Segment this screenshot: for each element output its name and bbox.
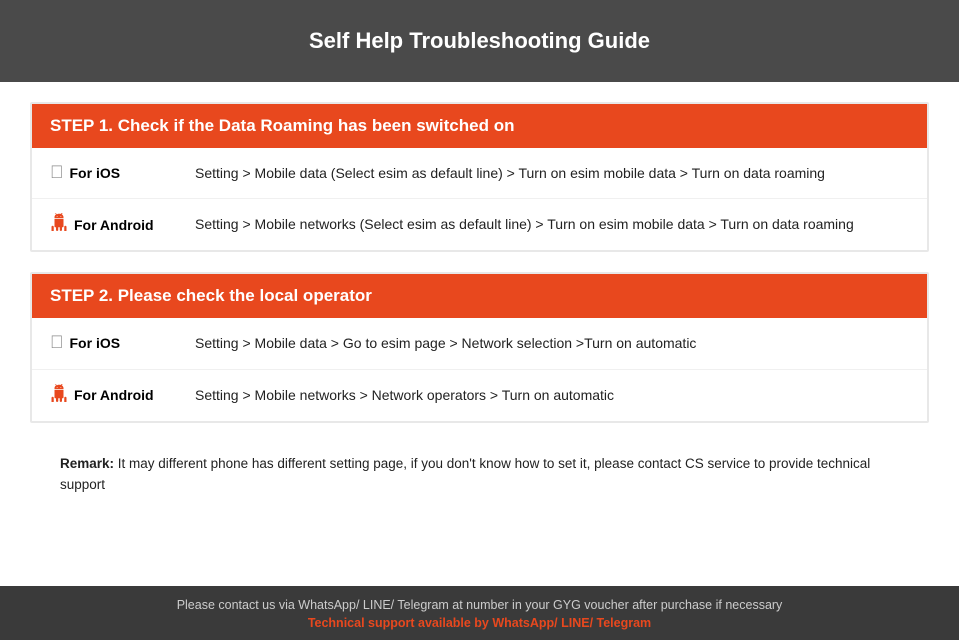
android-icon-2 <box>50 384 68 407</box>
remark-text: It may different phone has different set… <box>60 456 870 493</box>
step1-android-label-text: For Android <box>74 217 154 233</box>
step1-card: STEP 1. Check if the Data Roaming has be… <box>30 102 929 252</box>
step1-header: STEP 1. Check if the Data Roaming has be… <box>32 104 927 148</box>
step1-title: STEP 1. Check if the Data Roaming has be… <box>50 116 514 135</box>
step2-ios-row:  For iOS Setting > Mobile data > Go to … <box>32 318 927 369</box>
step1-ios-label-text: For iOS <box>70 165 121 181</box>
step2-ios-text: Setting > Mobile data > Go to esim page … <box>195 332 696 354</box>
step2-android-text: Setting > Mobile networks > Network oper… <box>195 384 614 406</box>
step1-ios-row:  For iOS Setting > Mobile data (Select … <box>32 148 927 199</box>
step2-ios-label:  For iOS <box>50 332 195 353</box>
main-content: STEP 1. Check if the Data Roaming has be… <box>0 82 959 586</box>
apple-icon:  <box>50 162 64 183</box>
footer-contact: Please contact us via WhatsApp/ LINE/ Te… <box>20 598 939 612</box>
footer: Please contact us via WhatsApp/ LINE/ Te… <box>0 586 959 640</box>
step2-body:  For iOS Setting > Mobile data > Go to … <box>32 318 927 420</box>
step2-android-label: For Android <box>50 384 195 407</box>
page-header: Self Help Troubleshooting Guide <box>0 0 959 82</box>
step2-card: STEP 2. Please check the local operator … <box>30 272 929 422</box>
step2-title: STEP 2. Please check the local operator <box>50 286 372 305</box>
step1-ios-label:  For iOS <box>50 162 195 183</box>
step1-android-text: Setting > Mobile networks (Select esim a… <box>195 213 854 235</box>
step1-body:  For iOS Setting > Mobile data (Select … <box>32 148 927 250</box>
step1-android-label: For Android <box>50 213 195 236</box>
android-icon <box>50 213 68 236</box>
remark-section: Remark: It may different phone has diffe… <box>30 443 929 511</box>
apple-icon-2:  <box>50 332 64 353</box>
remark-label: Remark: <box>60 456 114 471</box>
step1-ios-text: Setting > Mobile data (Select esim as de… <box>195 162 825 184</box>
step2-header: STEP 2. Please check the local operator <box>32 274 927 318</box>
step2-ios-label-text: For iOS <box>70 335 121 351</box>
step2-android-row: For Android Setting > Mobile networks > … <box>32 370 927 421</box>
page-title: Self Help Troubleshooting Guide <box>309 28 650 53</box>
footer-support: Technical support available by WhatsApp/… <box>20 616 939 630</box>
step2-android-label-text: For Android <box>74 387 154 403</box>
step1-android-row: For Android Setting > Mobile networks (S… <box>32 199 927 250</box>
